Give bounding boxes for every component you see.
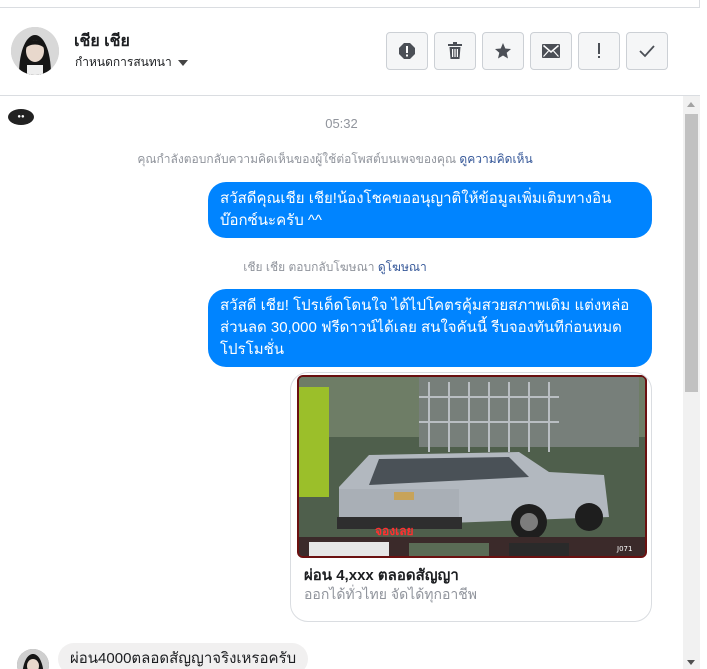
envelope-icon (542, 44, 560, 58)
message-thread: ●● 05:32 คุณกำลังตอบกลับความคิดเห็นของผู… (0, 96, 683, 669)
message-timestamp: 05:32 (325, 116, 358, 131)
system-notice-text: คุณกำลังตอบกลับความคิดเห็นของผู้ใช้ต่อโพ… (137, 152, 457, 166)
caret-down-icon (177, 59, 188, 66)
system-notice-comment: คุณกำลังตอบกลับความคิดเห็นของผู้ใช้ต่อโพ… (0, 150, 670, 169)
star-icon (495, 43, 511, 59)
star-button[interactable] (482, 32, 524, 70)
follow-up-button[interactable] (578, 32, 620, 70)
mark-spam-button[interactable] (386, 32, 428, 70)
top-divider (0, 0, 700, 8)
conversation-header: เชีย เชีย กำหนดการสนทนา (0, 8, 700, 96)
assign-label: กำหนดการสนทนา (75, 55, 172, 69)
car-photo: จองเลย J071 (297, 375, 647, 558)
alert-icon (598, 43, 600, 58)
system-notice-ad: เชีย เชีย ตอบกลับโฆษณา ดูโฆษณา (0, 258, 670, 277)
scroll-thumb[interactable] (685, 114, 698, 392)
contact-name: เชีย เชีย (74, 33, 130, 50)
avatar-photo (11, 27, 59, 75)
incoming-avatar (17, 649, 49, 669)
assign-conversation-dropdown[interactable]: กำหนดการสนทนา (75, 53, 188, 72)
received-message: ผ่อน4000ตลอดสัญญาจริงเหรอครับ (58, 643, 309, 669)
trash-icon (448, 42, 462, 59)
card-plate: J071 (616, 545, 632, 553)
ad-card[interactable]: จองเลย J071 ผ่อน 4,xxx ตลอดสัญญา ออกได้ท… (290, 372, 652, 622)
scroll-up-arrow[interactable] (687, 102, 695, 107)
check-icon (639, 45, 655, 58)
sent-message: สวัสดีคุณเชีย เชีย!น้องโชคขออนุญาติให้ข้… (208, 182, 652, 238)
sent-message: สวัสดี เชีย! โปรเด็ดโดนใจ ได้ไปโคตรคุ้มส… (208, 289, 652, 367)
card-badge: จองเลย (375, 524, 414, 538)
view-comment-link[interactable]: ดูความคิดเห็น (459, 152, 532, 166)
scrollbar[interactable] (683, 96, 700, 669)
system-notice-text: เชีย เชีย ตอบกลับโฆษณา (243, 260, 375, 274)
card-subtitle: ออกได้ทั่วไทย จัดได้ทุกอาชีพ (304, 586, 478, 602)
pickup-truck-image: จองเลย J071 (299, 377, 645, 556)
mark-done-button[interactable] (626, 32, 668, 70)
avatar-photo (17, 649, 49, 669)
scroll-down-arrow[interactable] (687, 660, 695, 665)
mark-unread-button[interactable] (530, 32, 572, 70)
delete-button[interactable] (434, 32, 476, 70)
view-ad-link[interactable]: ดูโฆษณา (378, 260, 427, 274)
spam-icon (399, 43, 415, 59)
user-avatar[interactable] (11, 27, 59, 75)
header-actions (386, 32, 668, 70)
